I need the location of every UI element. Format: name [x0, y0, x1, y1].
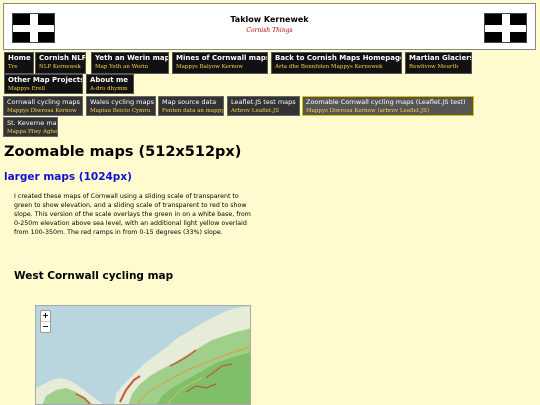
subnav-sublabel: Arbrov Leaflet.JS [231, 108, 279, 114]
page-title: Zoomable maps (512x512px) [4, 144, 242, 160]
nav-label: Other Map Projects [8, 76, 83, 84]
subnav-label: Zoomable Cornwall cycling maps (Leaflet.… [306, 98, 466, 106]
plus-icon[interactable]: + [41, 311, 50, 321]
nav-sublabel: Rewlivow Meurth [409, 64, 459, 70]
subnav-label: Wales cycling maps [90, 98, 154, 106]
subnav-sublabel: Fenten data an mappys [162, 108, 224, 114]
nav-sublabel: A-dro dhymm [90, 86, 128, 92]
nav-sublabel: Tre [8, 64, 18, 70]
subnav-label: St. Keverne map [7, 119, 58, 127]
subnav-st-keverne-button[interactable]: St. Keverne map Mappa Plwy Aghevran [3, 117, 58, 137]
nav-mines-maps-button[interactable]: Mines of Cornwall maps Mappys Balyow Ker… [172, 52, 268, 74]
subnav-zoomable-cornwall-button[interactable]: Zoomable Cornwall cycling maps (Leaflet.… [302, 96, 474, 116]
subnav-label: Map source data [162, 98, 217, 106]
subnav-label: Leaflet.JS test maps [231, 98, 296, 106]
nav-label: Back to Cornish Maps Homepage [275, 54, 402, 62]
nav-label: Martian Glaciers [409, 54, 472, 62]
nav-about-me-button[interactable]: About me A-dro dhymm [86, 74, 134, 94]
nav-sublabel: Mappys Balyow Kernow [176, 64, 243, 70]
site-header: Taklow Kernewek Cornish Things [3, 3, 536, 50]
subnav-map-source-data-button[interactable]: Map source data Fenten data an mappys [158, 96, 224, 116]
nav-other-projects-button[interactable]: Other Map Projects Mappys Erell [4, 74, 83, 94]
larger-maps-link[interactable]: larger maps (1024px) [4, 171, 132, 183]
subnav-leaflet-test-button[interactable]: Leaflet.JS test maps Arbrov Leaflet.JS [227, 96, 300, 116]
nav-label: Home [8, 54, 31, 62]
section-title: West Cornwall cycling map [14, 270, 174, 282]
west-cornwall-map[interactable]: + − [35, 305, 251, 405]
subnav-sublabel: Mappys Diwrosa Kernow (arbrov Leaflet.JS… [306, 108, 430, 114]
site-title: Taklow Kernewek [230, 15, 309, 24]
subnav-label: Cornwall cycling maps [7, 98, 80, 106]
nav-home-button[interactable]: Home Tre [4, 52, 34, 74]
map-tiles [36, 306, 250, 404]
nav-label: Mines of Cornwall maps [176, 54, 268, 62]
subnav-wales-cycling-button[interactable]: Wales cycling maps Mapiau Beicio Cymru [86, 96, 156, 116]
nav-sublabel: Map Yeth an Werin [95, 64, 149, 70]
nav-maps-homepage-button[interactable]: Back to Cornish Maps Homepage Arta dhe B… [271, 52, 402, 74]
site-subtitle: Cornish Things [246, 27, 293, 34]
subnav-cornwall-cycling-button[interactable]: Cornwall cycling maps Mappys Diwrosa Ker… [3, 96, 83, 116]
nav-label: About me [90, 76, 129, 84]
nav-sublabel: Arta dhe Bennfolen Mappys Kernewek [275, 64, 383, 70]
nav-yeth-an-werin-button[interactable]: Yeth an Werin map Map Yeth an Werin [91, 52, 169, 74]
description-text: I created these maps of Cornwall using a… [14, 193, 251, 236]
subnav-sublabel: Mappys Diwrosa Kernow [7, 108, 77, 114]
minus-icon[interactable]: − [41, 321, 50, 332]
subnav-sublabel: Mappa Plwy Aghevran [7, 129, 58, 135]
nav-cornish-nlp-button[interactable]: Cornish NLP NLP Kernewek [35, 52, 86, 74]
nav-sublabel: Mappys Erell [8, 86, 46, 92]
nav-sublabel: NLP Kernewek [39, 64, 81, 70]
zoom-control: + − [40, 310, 51, 333]
subnav-sublabel: Mapiau Beicio Cymru [90, 108, 151, 114]
nav-label: Cornish NLP [39, 54, 86, 62]
nav-label: Yeth an Werin map [95, 54, 169, 62]
cornish-flag-icon [484, 13, 527, 43]
nav-martian-glaciers-button[interactable]: Martian Glaciers Rewlivow Meurth [405, 52, 472, 74]
